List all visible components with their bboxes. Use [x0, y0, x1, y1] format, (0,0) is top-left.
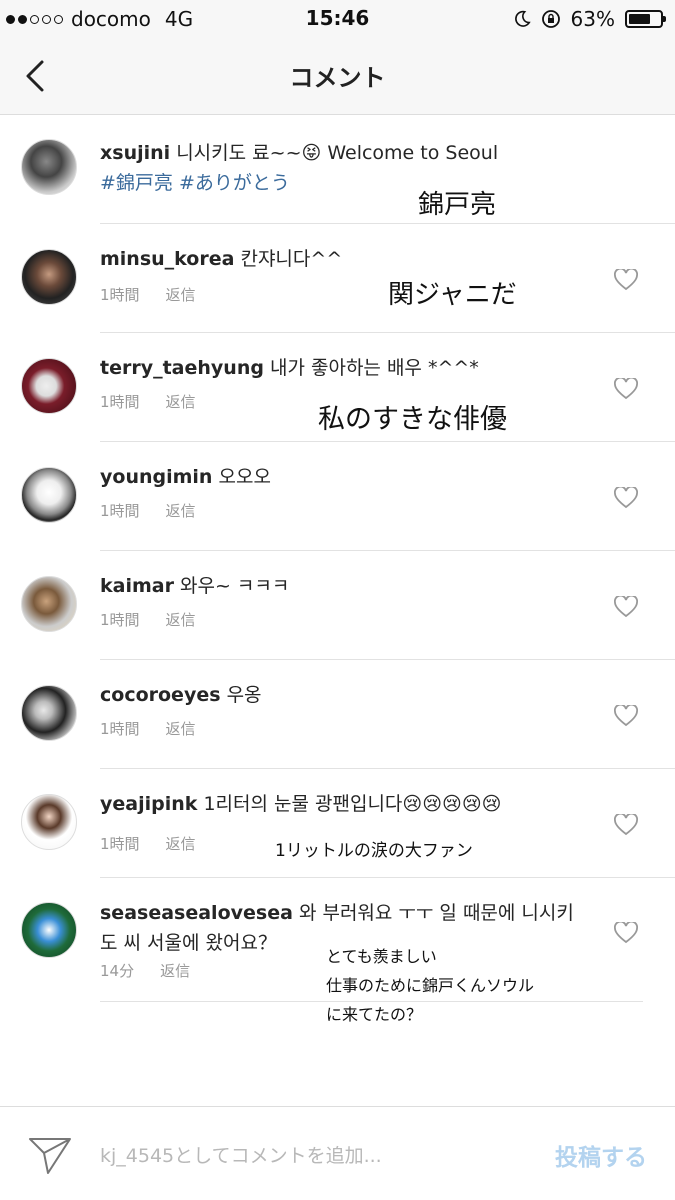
comment-row: cocoroeyes 우옹 1時間 返信 — [0, 660, 675, 769]
comment-meta: 1時間 返信 — [100, 500, 196, 521]
heart-icon[interactable] — [614, 814, 638, 836]
avatar[interactable] — [21, 902, 77, 958]
divider — [100, 1001, 643, 1002]
battery-icon — [625, 10, 666, 28]
comment-row: minsu_korea 칸쟈니다^^ 1時間 返信 関ジャニだ — [0, 224, 675, 333]
status-bar: docomo 4G 15:46 63% — [0, 0, 675, 38]
caption-body-2: Welcome to Seoul — [321, 142, 499, 164]
timestamp: 1時間 — [100, 720, 140, 738]
overlay-note: 錦戸亮 — [418, 190, 497, 220]
comment-meta: 1時間 返信 — [100, 718, 196, 739]
comment-meta: 14分 返信 — [100, 960, 190, 981]
avatar[interactable] — [21, 794, 77, 850]
heart-icon[interactable] — [614, 487, 638, 509]
overlay-line: とても羨ましい — [326, 947, 437, 966]
comment-composer: kj_4545としてコメントを追加... 投稿する — [0, 1106, 675, 1200]
comment-meta: 1時間 返信 — [100, 833, 196, 854]
hashtags[interactable]: #錦戸亮 #ありがとう — [100, 172, 290, 194]
comment-text: yeajipink 1리터의 눈물 광팬입니다😢😢😢😢😢 — [100, 789, 635, 819]
avatar[interactable] — [21, 467, 77, 523]
emoji: 😝 — [301, 142, 322, 164]
overlay-note: 1リットルの涙の大ファン — [275, 841, 473, 861]
reply-link[interactable]: 返信 — [166, 284, 196, 305]
overlay-line: 仕事のために錦戸くんソウル — [326, 976, 535, 995]
username-link[interactable]: yeajipink — [100, 793, 197, 815]
heart-icon[interactable] — [614, 596, 638, 618]
avatar[interactable] — [21, 249, 77, 305]
direct-send-icon[interactable] — [28, 1135, 72, 1175]
reply-link[interactable]: 返信 — [166, 718, 196, 739]
comment-text: youngimin 오오오 — [100, 462, 605, 492]
overlay-note: 関ジャニだ — [388, 280, 517, 310]
comment-body: 우옹 — [220, 684, 262, 706]
comment-body: 내가 좋아하는 배우 *^^* — [263, 357, 479, 379]
username-link[interactable]: kaimar — [100, 575, 174, 597]
username-link[interactable]: xsujini — [100, 142, 170, 164]
timestamp: 1時間 — [100, 393, 140, 411]
comment-body: 와우~ ㅋㅋㅋ — [173, 575, 290, 597]
timestamp: 1時間 — [100, 502, 140, 520]
comment-text: cocoroeyes 우옹 — [100, 680, 605, 710]
rotation-lock-icon — [541, 10, 560, 28]
comment-row: yeajipink 1리터의 눈물 광팬입니다😢😢😢😢😢 1時間 返信 1リット… — [0, 769, 675, 878]
username-link[interactable]: minsu_korea — [100, 248, 234, 270]
comment-text: kaimar 와우~ ㅋㅋㅋ — [100, 571, 605, 601]
post-button[interactable]: 投稿する — [555, 1138, 647, 1172]
comment-meta: 1時間 返信 — [100, 391, 196, 412]
comment-meta: 1時間 返信 — [100, 609, 196, 630]
comment-body: 칸쟈니다^^ — [234, 248, 343, 270]
timestamp: 1時間 — [100, 286, 140, 304]
overlay-line: に来てたの？ — [326, 1005, 423, 1024]
comment-text: minsu_korea 칸쟈니다^^ — [100, 244, 605, 274]
comment-body: 1리터의 눈물 광팬입니다😢😢😢😢😢 — [197, 793, 502, 815]
comment-meta: 1時間 返信 — [100, 284, 196, 305]
nav-header: コメント — [0, 38, 675, 115]
comment-input[interactable]: kj_4545としてコメントを追加... — [100, 1141, 382, 1168]
avatar[interactable] — [21, 685, 77, 741]
page-title: コメント — [289, 64, 386, 92]
comment-row: kaimar 와우~ ㅋㅋㅋ 1時間 返信 — [0, 551, 675, 660]
battery-percent: 63% — [570, 7, 615, 31]
timestamp: 1時間 — [100, 835, 140, 853]
reply-link[interactable]: 返信 — [166, 833, 196, 854]
comment-row: terry_taehyung 내가 좋아하는 배우 *^^* 1時間 返信 私の… — [0, 333, 675, 442]
timestamp: 14分 — [100, 962, 135, 980]
avatar[interactable] — [21, 358, 77, 414]
heart-icon[interactable] — [614, 378, 638, 400]
heart-icon[interactable] — [614, 922, 638, 944]
overlay-note: とても羨ましい 仕事のために錦戸くんソウル に来てたの？ — [326, 942, 534, 1029]
heart-icon[interactable] — [614, 269, 638, 291]
caption: xsujini 니시키도 료~~😝 Welcome to Seoul #錦戸亮 … — [0, 114, 675, 224]
comment-body: 오오오 — [212, 466, 271, 488]
comment-row: youngimin 오오오 1時間 返信 — [0, 442, 675, 551]
username-link[interactable]: cocoroeyes — [100, 684, 221, 706]
status-right: 63% — [513, 7, 666, 31]
username-link[interactable]: terry_taehyung — [100, 357, 264, 379]
username-link[interactable]: youngimin — [100, 466, 212, 488]
comment-text: terry_taehyung 내가 좋아하는 배우 *^^* — [100, 353, 605, 383]
overlay-note: 私のすきな俳優 — [318, 404, 507, 435]
reply-link[interactable]: 返信 — [160, 960, 190, 981]
avatar[interactable] — [21, 576, 77, 632]
reply-link[interactable]: 返信 — [166, 609, 196, 630]
reply-link[interactable]: 返信 — [166, 500, 196, 521]
reply-link[interactable]: 返信 — [166, 391, 196, 412]
moon-icon — [514, 10, 531, 27]
avatar[interactable] — [21, 139, 77, 195]
caption-text: xsujini 니시키도 료~~😝 Welcome to Seoul #錦戸亮 … — [100, 138, 655, 198]
heart-icon[interactable] — [614, 705, 638, 727]
timestamp: 1時間 — [100, 611, 140, 629]
username-link[interactable]: seaseasealovesea — [100, 902, 293, 924]
comment-row: seaseasealovesea 와 부러워요 ㅜㅜ 일 때문에 니시키도 씨 … — [0, 878, 675, 1024]
caption-body: 니시키도 료~~ — [176, 142, 302, 164]
